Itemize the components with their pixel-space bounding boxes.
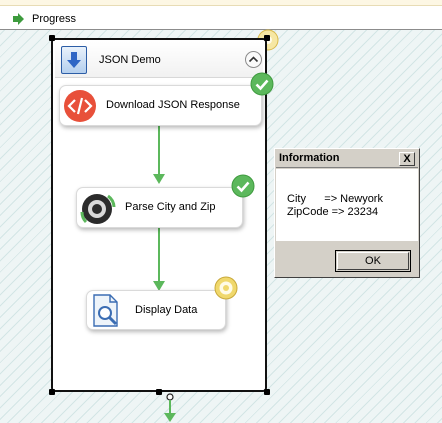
task-display-data[interactable]: Display Data bbox=[86, 290, 226, 330]
task-parse-city-zip[interactable]: Parse City and Zip bbox=[76, 187, 243, 228]
task-label: Display Data bbox=[135, 304, 198, 316]
task-label: Parse City and Zip bbox=[125, 201, 216, 213]
success-check-icon bbox=[250, 72, 274, 96]
progress-arrow-icon bbox=[13, 13, 24, 25]
document-search-icon bbox=[93, 294, 118, 327]
dialog-message: City => Newyork ZipCode => 23234 bbox=[276, 169, 418, 241]
success-check-icon bbox=[231, 174, 255, 198]
connector-arrowhead-icon bbox=[153, 174, 165, 184]
container-header[interactable]: JSON Demo bbox=[55, 42, 263, 78]
container-title: JSON Demo bbox=[99, 54, 161, 66]
close-button[interactable]: X bbox=[399, 152, 415, 166]
precedence-connector[interactable] bbox=[158, 228, 160, 284]
script-cog-icon bbox=[80, 194, 116, 224]
message-line-zip: ZipCode => 23234 bbox=[287, 206, 379, 218]
precedence-connector[interactable] bbox=[158, 126, 160, 178]
resize-handle[interactable] bbox=[264, 389, 270, 395]
information-dialog[interactable]: Information X City => Newyork ZipCode =>… bbox=[274, 148, 420, 278]
tab-progress[interactable]: Progress bbox=[12, 11, 76, 27]
ok-button-label: OK bbox=[337, 252, 409, 270]
resize-handle[interactable] bbox=[264, 35, 270, 41]
tab-label: Progress bbox=[32, 13, 77, 25]
running-status-icon bbox=[214, 276, 238, 300]
message-line-city: City => Newyork bbox=[287, 193, 383, 205]
resize-handle[interactable] bbox=[156, 389, 162, 395]
code-brackets-icon bbox=[64, 90, 96, 122]
outgoing-connector[interactable] bbox=[163, 393, 177, 423]
collapse-button[interactable] bbox=[245, 51, 262, 68]
task-label: Download JSON Response bbox=[106, 99, 240, 111]
resize-handle[interactable] bbox=[49, 389, 55, 395]
resize-handle[interactable] bbox=[49, 35, 55, 41]
tab-bar: Progress bbox=[0, 6, 442, 30]
task-download-json[interactable]: Download JSON Response bbox=[59, 85, 262, 126]
sequence-container-icon bbox=[61, 46, 87, 74]
dialog-title: Information bbox=[279, 152, 340, 164]
dialog-titlebar[interactable]: Information X bbox=[276, 150, 418, 168]
ok-button[interactable]: OK bbox=[335, 250, 411, 272]
chevron-up-icon bbox=[248, 56, 259, 63]
